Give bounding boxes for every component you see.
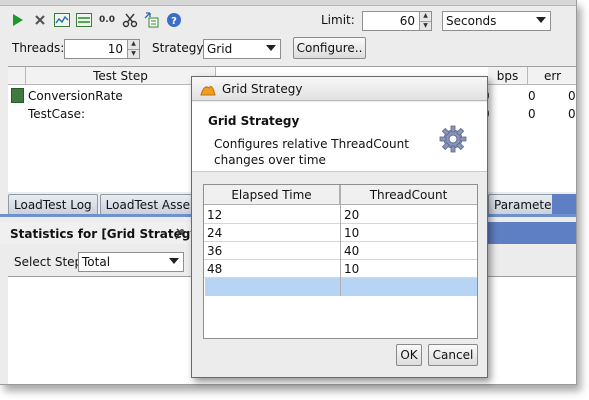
- column-header-bps[interactable]: bps: [488, 67, 528, 85]
- table-cell-elapsed[interactable]: 48: [204, 260, 340, 278]
- table-cell-threadcount[interactable]: 10: [341, 224, 477, 242]
- gear-icon: [438, 124, 468, 157]
- dialog-title-bar[interactable]: Grid Strategy: [192, 77, 487, 101]
- grid-row-bps: 0: [528, 107, 536, 121]
- tab-strip-highlight: [552, 194, 576, 214]
- select-step-value: Total: [82, 255, 111, 269]
- dialog-heading: Grid Strategy: [208, 114, 300, 128]
- help-icon[interactable]: ?: [164, 10, 184, 30]
- limit-unit-value: Seconds: [446, 14, 497, 28]
- limit-label: Limit:: [321, 13, 355, 27]
- limit-unit-select[interactable]: Seconds: [442, 11, 551, 31]
- grid-strategy-dialog: Grid Strategy Grid Strategy Configures r…: [191, 76, 488, 378]
- limit-spinner[interactable]: 60 ▲ ▼: [362, 11, 432, 31]
- table-cell-threadcount[interactable]: 40: [341, 242, 477, 260]
- select-step-dropdown[interactable]: Total: [78, 252, 184, 272]
- chevron-down-icon: [536, 17, 546, 23]
- limit-spinner-arrows[interactable]: ▲ ▼: [419, 12, 431, 30]
- table-cell-elapsed[interactable]: 36: [204, 242, 340, 260]
- toolbar: 0.0 ?: [8, 9, 186, 31]
- chevron-down-icon: [266, 45, 276, 51]
- app-logo-icon: [200, 82, 216, 96]
- grid-row-bps: 0: [528, 89, 536, 103]
- select-step-label: Select Step:: [14, 255, 87, 269]
- table-cell-elapsed[interactable]: 12: [204, 206, 340, 224]
- grid-row-name[interactable]: ConversionRate: [28, 89, 123, 103]
- threads-label: Threads:: [12, 41, 65, 55]
- table-cell-threadcount[interactable]: 20: [341, 206, 477, 224]
- strategy-value: Grid: [207, 42, 233, 56]
- strategy-select[interactable]: Grid: [203, 39, 281, 59]
- column-header-err[interactable]: err: [528, 67, 576, 85]
- pin-icon[interactable]: [175, 228, 185, 243]
- column-divider: [340, 185, 341, 296]
- cancel-icon[interactable]: [30, 10, 50, 30]
- reset-label: 0.0: [99, 15, 115, 25]
- column-header-elapsed-time[interactable]: Elapsed Time: [204, 185, 340, 205]
- grid-corner-header: [8, 67, 26, 85]
- cancel-button[interactable]: Cancel: [428, 344, 478, 366]
- grid-row-err: 0: [568, 107, 576, 121]
- threads-spinner[interactable]: 10 ▲ ▼: [64, 39, 140, 59]
- table-cell-threadcount[interactable]: 10: [341, 260, 477, 278]
- tab-loadtest-log[interactable]: LoadTest Log: [8, 194, 98, 214]
- dialog-header: Grid Strategy Configures relative Thread…: [192, 102, 487, 172]
- grid-row-err: 0: [568, 89, 576, 103]
- threads-spinner-arrows[interactable]: ▲ ▼: [127, 40, 139, 58]
- statistics-icon[interactable]: [74, 10, 94, 30]
- configure-button[interactable]: Configure..: [293, 37, 366, 59]
- threads-value: 10: [107, 42, 123, 56]
- column-header-test-step[interactable]: Test Step: [26, 67, 216, 85]
- statistics-header-highlight: [488, 222, 576, 244]
- reset-icon[interactable]: 0.0: [96, 10, 118, 30]
- chevron-down-icon: [169, 258, 179, 264]
- options-icon[interactable]: [120, 10, 140, 30]
- column-header-threadcount[interactable]: ThreadCount: [340, 185, 477, 205]
- grid-row-name[interactable]: TestCase:: [28, 107, 85, 121]
- limit-value: 60: [399, 14, 415, 28]
- strategy-table: Elapsed Time ThreadCount 12 20 24 10 36 …: [203, 184, 478, 339]
- dialog-description: Configures relative ThreadCount changes …: [214, 137, 409, 167]
- export-icon[interactable]: [142, 10, 162, 30]
- table-row-selected-empty[interactable]: [205, 278, 477, 296]
- svg-text:?: ?: [171, 16, 177, 27]
- dialog-title: Grid Strategy: [222, 81, 303, 96]
- title-strip: [0, 0, 576, 6]
- run-icon[interactable]: [8, 10, 28, 30]
- ok-button[interactable]: OK: [396, 344, 422, 366]
- row-status-marker: [11, 88, 24, 103]
- table-cell-elapsed[interactable]: 24: [204, 224, 340, 242]
- strategy-label: Strategy: [152, 41, 204, 55]
- graph-icon[interactable]: [52, 10, 72, 30]
